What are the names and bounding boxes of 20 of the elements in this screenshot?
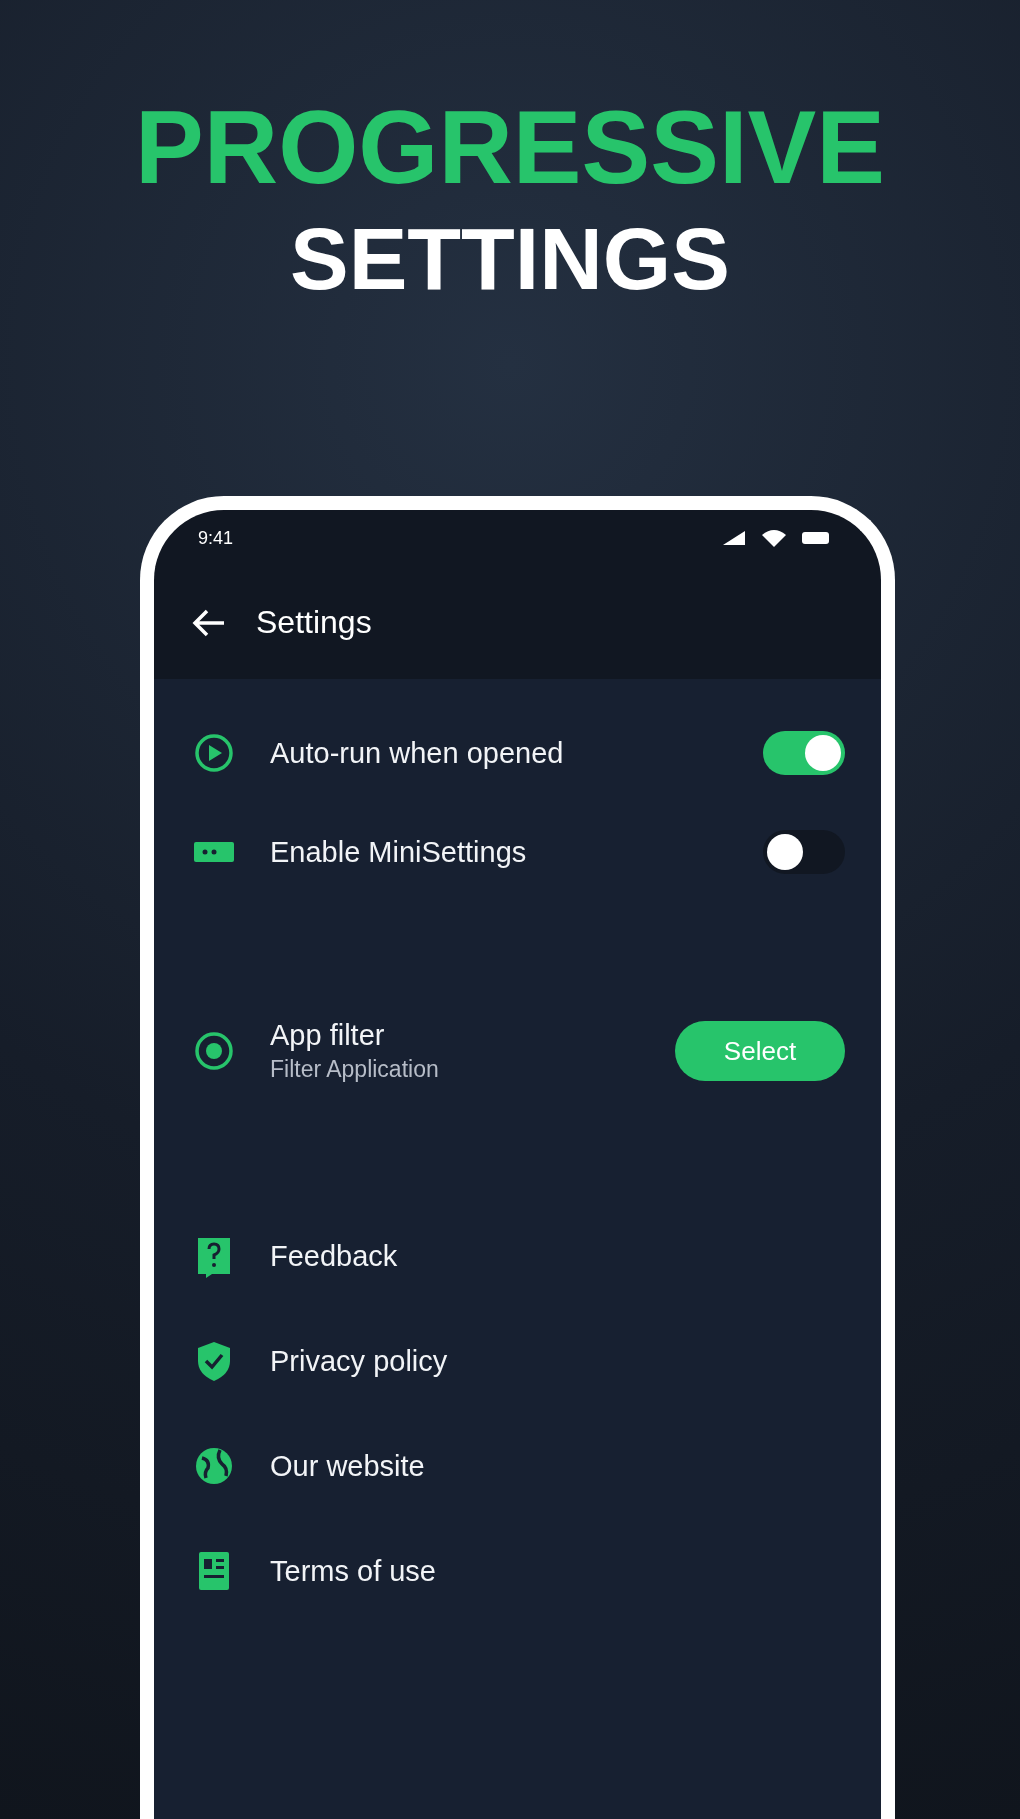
target-icon xyxy=(192,1029,236,1073)
setting-label: Auto-run when opened xyxy=(270,736,565,770)
play-circle-icon xyxy=(192,731,236,775)
setting-label: Enable MiniSettings xyxy=(270,835,528,869)
toggle-switch[interactable] xyxy=(763,731,845,775)
setting-label: App filter xyxy=(270,1019,386,1052)
toggle-switch[interactable] xyxy=(763,830,845,874)
back-arrow-icon[interactable] xyxy=(192,607,226,638)
settings-link[interactable]: Our website xyxy=(270,1449,845,1483)
settings-link[interactable]: Terms of use xyxy=(270,1554,845,1588)
settings-link[interactable]: Privacy policy xyxy=(270,1344,845,1378)
settings-link[interactable]: Feedback xyxy=(270,1239,845,1273)
headline: PROGRESSIVE xyxy=(135,96,885,199)
setting-subtitle: Filter Application xyxy=(270,1056,440,1083)
wifi-icon xyxy=(761,528,787,548)
signal-icon xyxy=(721,529,747,547)
screen-title: Settings xyxy=(256,604,372,641)
battery-icon xyxy=(801,530,831,546)
headline: SETTINGS xyxy=(289,215,730,303)
status-time: 9:41 xyxy=(198,527,235,549)
